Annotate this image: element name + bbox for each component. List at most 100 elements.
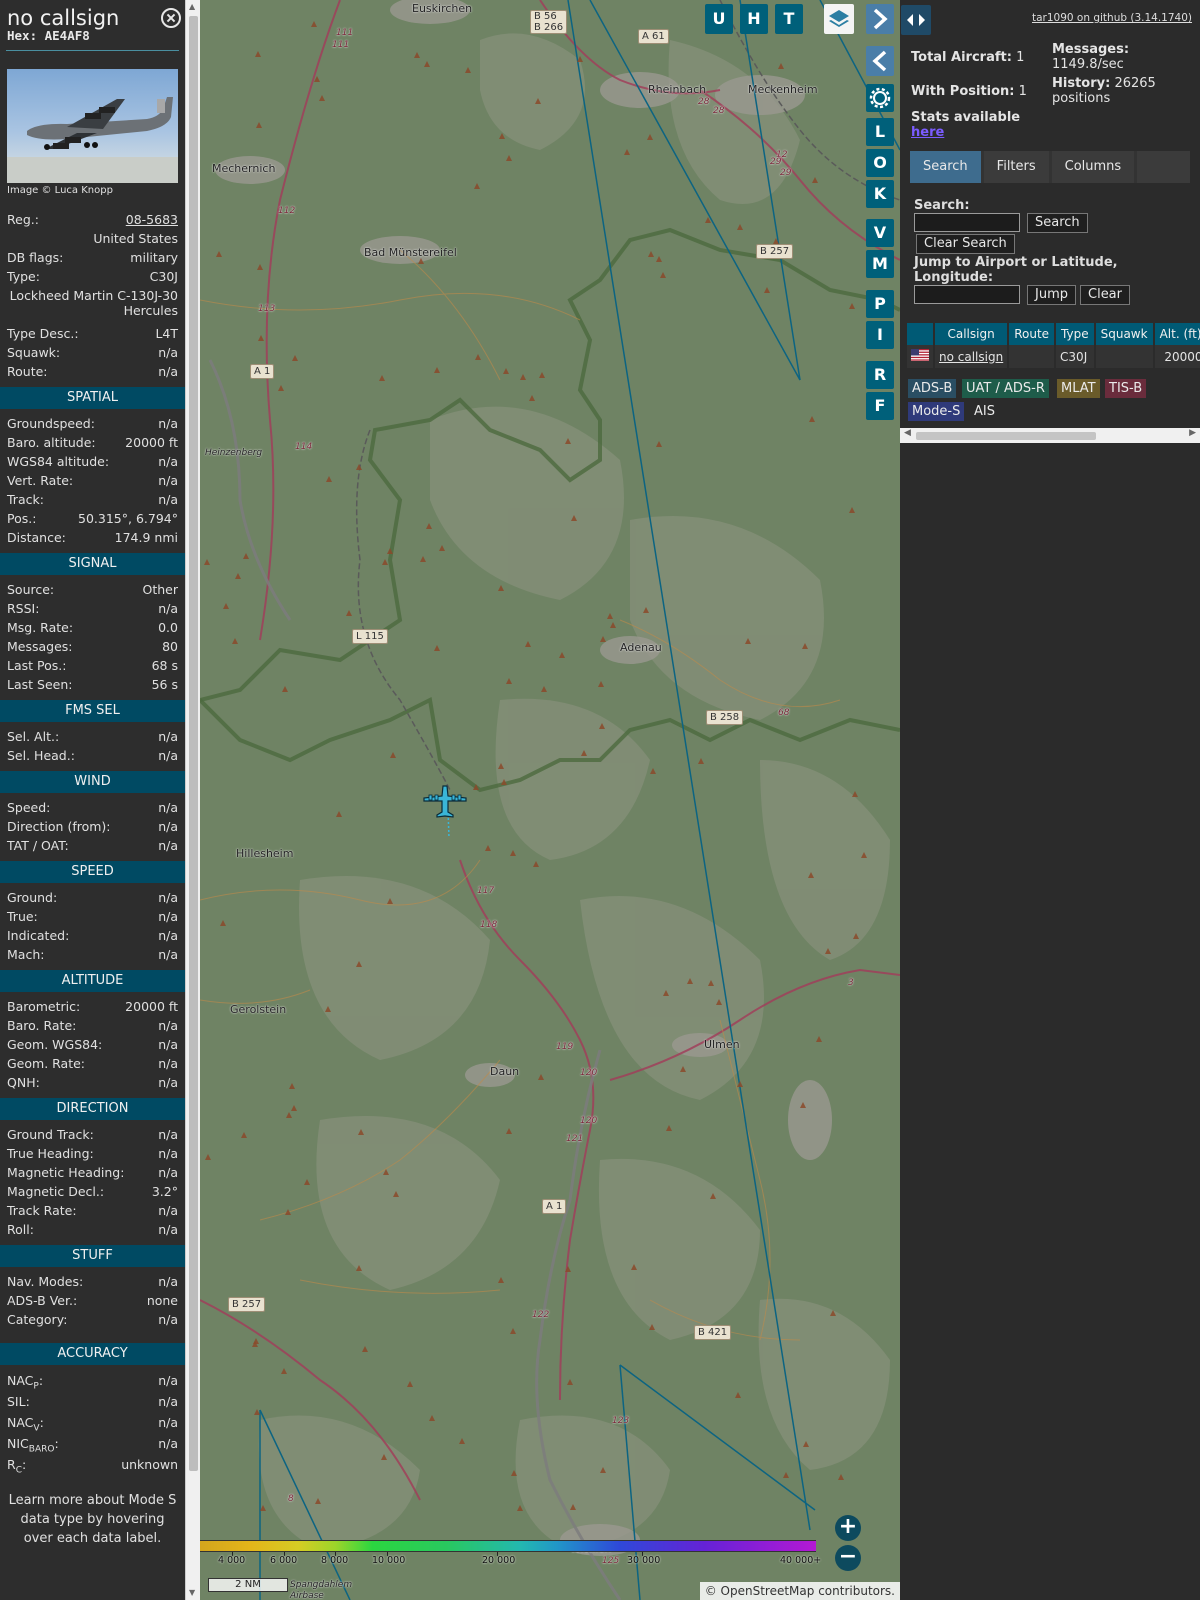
direction-label[interactable]: Magnetic Heading: — [7, 1163, 124, 1182]
aircraft-photo[interactable] — [7, 69, 178, 183]
nacp-label[interactable]: NACP: — [7, 1370, 43, 1392]
spatial-label[interactable]: Distance: — [7, 528, 66, 547]
tab-filters[interactable]: Filters — [983, 151, 1049, 183]
nacv-label[interactable]: NACV: — [7, 1412, 44, 1434]
history-value: 26265 — [1114, 76, 1156, 91]
signal-label[interactable]: Last Seen: — [7, 675, 72, 694]
button-l[interactable]: L — [866, 118, 894, 146]
jump-input[interactable] — [914, 285, 1020, 304]
table-row[interactable]: no callsign C30J 20000 — [907, 345, 1200, 368]
speed-label[interactable]: Indicated: — [7, 926, 69, 945]
github-link[interactable]: tar1090 on github (3.14.1740) — [1032, 12, 1192, 24]
reg-link[interactable]: 08-5683 — [126, 210, 178, 229]
altitude-label[interactable]: Baro. Rate: — [7, 1016, 76, 1035]
map-view[interactable]: Euskirchen Rheinbach Meckenheim Mecherni… — [200, 0, 900, 1600]
sidebar-toggle-button[interactable] — [901, 5, 931, 35]
nic-label[interactable]: NICBARO: — [7, 1433, 59, 1455]
fms-label[interactable]: Sel. Alt.: — [7, 727, 59, 746]
stuff-label[interactable]: Nav. Modes: — [7, 1272, 83, 1291]
peak-marker-icon — [520, 374, 526, 380]
spatial-label[interactable]: Baro. altitude: — [7, 433, 96, 452]
clear-button[interactable]: Clear — [1080, 285, 1130, 305]
search-button[interactable]: Search — [1027, 213, 1088, 233]
spatial-label[interactable]: Vert. Rate: — [7, 471, 73, 490]
scroll-left-icon[interactable]: ◀ — [904, 428, 911, 438]
signal-label[interactable]: Messages: — [7, 637, 73, 656]
osm-link[interactable]: OpenStreetMap — [721, 1584, 815, 1598]
scroll-right-icon[interactable]: ▶ — [1189, 428, 1196, 438]
wind-label[interactable]: Speed: — [7, 798, 50, 817]
speed-label[interactable]: Mach: — [7, 945, 44, 964]
direction-label[interactable]: Magnetic Decl.: — [7, 1182, 104, 1201]
tab-search[interactable]: Search — [910, 151, 981, 183]
button-p[interactable]: P — [866, 290, 894, 318]
gear-icon[interactable] — [866, 84, 894, 112]
signal-label[interactable]: Source: — [7, 580, 54, 599]
messages-stat: Messages: 1149.8/sec — [1052, 42, 1129, 72]
button-u[interactable]: U — [705, 4, 733, 34]
col-callsign[interactable]: Callsign — [934, 323, 1010, 345]
stuff-label[interactable]: ADS-B Ver.: — [7, 1291, 77, 1310]
sil-label[interactable]: SIL: — [7, 1391, 30, 1412]
scroll-thumb[interactable] — [189, 16, 198, 1471]
direction-value: n/a — [158, 1127, 178, 1142]
signal-label[interactable]: RSSI: — [7, 599, 39, 618]
jump-button[interactable]: Jump — [1027, 285, 1076, 305]
close-icon[interactable] — [161, 8, 181, 28]
altitude-label[interactable]: Geom. Rate: — [7, 1054, 85, 1073]
speed-label[interactable]: Ground: — [7, 888, 57, 907]
direction-label[interactable]: Ground Track: — [7, 1125, 94, 1144]
search-input[interactable] — [914, 213, 1020, 232]
altitude-label[interactable]: QNH: — [7, 1073, 40, 1092]
col-alt[interactable]: Alt. (ft) — [1153, 323, 1200, 345]
rc-label[interactable]: RC: — [7, 1454, 26, 1476]
chevron-right-icon[interactable] — [866, 4, 894, 34]
spatial-label[interactable]: Track: — [7, 490, 44, 509]
wind-label[interactable]: TAT / OAT: — [7, 836, 69, 855]
zoom-out-button[interactable]: − — [835, 1545, 861, 1571]
button-i[interactable]: I — [866, 321, 894, 349]
altitude-label[interactable]: Geom. WGS84: — [7, 1035, 102, 1054]
stats-here-link[interactable]: here — [911, 125, 944, 140]
col-squawk[interactable]: Squawk — [1094, 323, 1155, 345]
peak-marker-icon — [429, 1415, 435, 1421]
layers-icon[interactable] — [824, 4, 854, 34]
chevron-left-icon[interactable] — [866, 46, 894, 76]
info-scrollbar[interactable]: ▲ ▼ — [185, 0, 200, 1600]
speed-label[interactable]: True: — [7, 907, 38, 926]
table-hscrollbar[interactable]: ◀ ▶ — [900, 428, 1200, 443]
button-h[interactable]: H — [740, 4, 768, 34]
spatial-label[interactable]: Groundspeed: — [7, 414, 95, 433]
button-t[interactable]: T — [775, 4, 803, 34]
peak-marker-icon — [565, 1266, 571, 1272]
button-m[interactable]: M — [866, 250, 894, 278]
button-r[interactable]: R — [866, 361, 894, 389]
scroll-up-icon[interactable]: ▲ — [189, 2, 195, 12]
peak-marker-icon — [825, 948, 831, 954]
scroll-down-icon[interactable]: ▼ — [189, 1588, 195, 1598]
row-callsign[interactable]: no callsign — [934, 345, 1010, 368]
button-f[interactable]: F — [866, 392, 894, 420]
wind-label[interactable]: Direction (from): — [7, 817, 111, 836]
clear-search-button[interactable]: Clear Search — [916, 234, 1015, 254]
stuff-label[interactable]: Category: — [7, 1310, 67, 1329]
aircraft-marker-icon[interactable] — [422, 784, 468, 820]
direction-label[interactable]: True Heading: — [7, 1144, 94, 1163]
spatial-label[interactable]: WGS84 altitude: — [7, 452, 109, 471]
direction-label[interactable]: Roll: — [7, 1220, 34, 1239]
button-k[interactable]: K — [866, 180, 894, 208]
signal-label[interactable]: Msg. Rate: — [7, 618, 73, 637]
col-route[interactable]: Route — [1008, 323, 1057, 345]
spatial-label[interactable]: Pos.: — [7, 509, 36, 528]
tab-columns[interactable]: Columns — [1051, 151, 1135, 183]
hscroll-thumb[interactable] — [916, 432, 1096, 440]
zoom-in-button[interactable]: + — [835, 1515, 861, 1541]
col-type[interactable]: Type — [1055, 323, 1096, 345]
altitude-label[interactable]: Barometric: — [7, 997, 80, 1016]
fms-label[interactable]: Sel. Head.: — [7, 746, 75, 765]
altitude-row: Geom. WGS84: n/a — [0, 1035, 185, 1054]
signal-label[interactable]: Last Pos.: — [7, 656, 66, 675]
direction-label[interactable]: Track Rate: — [7, 1201, 77, 1220]
button-v[interactable]: V — [866, 219, 894, 247]
button-o[interactable]: O — [866, 149, 894, 177]
